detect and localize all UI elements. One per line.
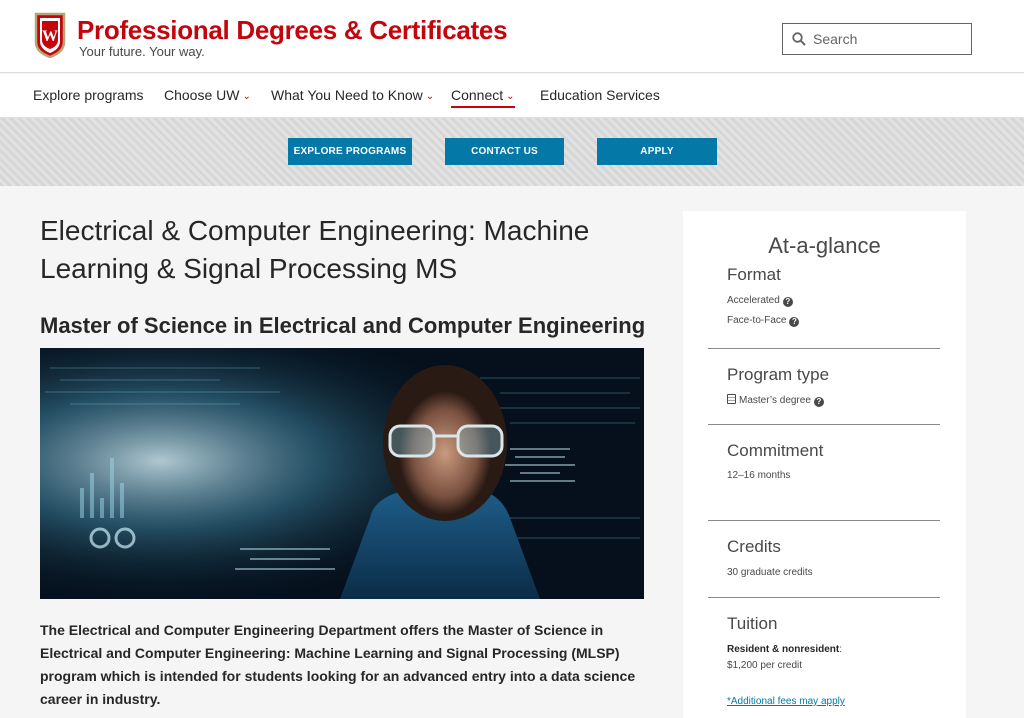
nav-education-services[interactable]: Education Services xyxy=(540,74,660,118)
nav-label: What You Need to Know xyxy=(271,87,423,103)
nav-choose-uw[interactable]: Choose UW ⌄ xyxy=(164,74,251,118)
tuition-title: Tuition xyxy=(727,614,778,633)
program-type-value: Master’s degree? xyxy=(727,394,824,407)
help-icon[interactable]: ? xyxy=(813,397,824,407)
program-description: The Electrical and Computer Engineering … xyxy=(40,622,636,707)
format-title: Format xyxy=(727,265,781,284)
chevron-down-icon: ⌄ xyxy=(425,91,435,102)
format-face-to-face: Face-to-Face? xyxy=(727,315,800,327)
nav-what-you-need-to-know[interactable]: What You Need to Know ⌄ xyxy=(271,74,434,118)
site-header: W Professional Degrees & Certificates Yo… xyxy=(0,0,1024,73)
nav-label: Education Services xyxy=(540,87,660,103)
commitment-title: Commitment xyxy=(727,441,824,460)
glance-title: At-a-glance xyxy=(768,233,881,258)
site-title[interactable]: Professional Degrees & Certificates xyxy=(77,15,508,46)
format-accelerated: Accelerated? xyxy=(727,295,793,307)
contact-us-button[interactable]: CONTACT US xyxy=(445,138,564,165)
chevron-down-icon: ⌄ xyxy=(242,91,251,102)
divider xyxy=(708,348,940,349)
page-title: Electrical & Computer Engineering: Machi… xyxy=(40,215,590,284)
nav-connect[interactable]: Connect ⌄ xyxy=(451,74,515,118)
nav-explore-programs[interactable]: Explore programs xyxy=(33,74,144,118)
search-input[interactable] xyxy=(809,31,959,47)
tuition-value: $1,200 per credit xyxy=(727,660,803,671)
page-subtitle: Master of Science in Electrical and Comp… xyxy=(40,313,646,338)
credits-title: Credits xyxy=(727,537,781,556)
additional-fees-link[interactable]: *Additional fees may apply xyxy=(727,696,845,707)
nav-label: Connect ⌄ xyxy=(451,87,515,108)
divider xyxy=(708,520,940,521)
at-a-glance-panel: At-a-glance Format Accelerated? Face-to-… xyxy=(683,211,966,718)
help-icon[interactable]: ? xyxy=(782,297,793,307)
nav-label: Choose UW xyxy=(164,87,240,103)
explore-programs-button[interactable]: EXPLORE PROGRAMS xyxy=(288,138,412,165)
commitment-value: 12–16 months xyxy=(727,470,791,481)
site-tagline: Your future. Your way. xyxy=(79,44,205,59)
cta-band: EXPLORE PROGRAMS CONTACT US APPLY xyxy=(0,118,1024,186)
credits-value: 30 graduate credits xyxy=(727,567,813,578)
crest-logo[interactable]: W xyxy=(34,12,66,58)
help-icon[interactable]: ? xyxy=(789,317,800,327)
program-type-title: Program type xyxy=(727,365,830,384)
diploma-icon xyxy=(727,394,736,404)
svg-text:W: W xyxy=(42,28,58,45)
search-icon[interactable] xyxy=(783,32,809,46)
divider xyxy=(708,424,940,425)
divider xyxy=(708,597,940,598)
tuition-label: Resident & nonresident: xyxy=(727,644,843,655)
apply-button[interactable]: APPLY xyxy=(597,138,717,165)
nav-label: Explore programs xyxy=(33,87,144,103)
main-nav: Explore programs Choose UW ⌄ What You Nee… xyxy=(0,74,1024,118)
search-box[interactable] xyxy=(782,23,972,55)
chevron-down-icon: ⌄ xyxy=(506,91,515,102)
hero-image xyxy=(40,348,644,599)
